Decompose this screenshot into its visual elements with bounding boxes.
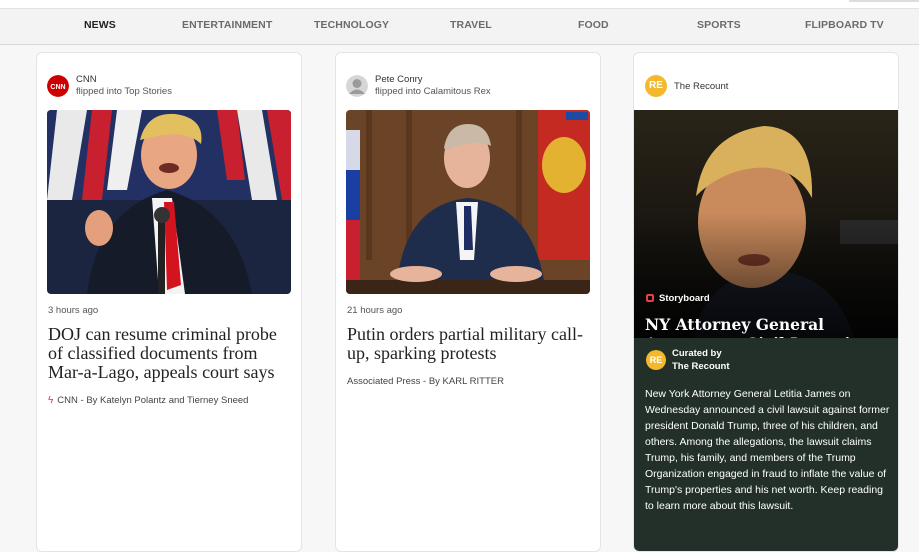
publisher-name[interactable]: The Recount (674, 81, 728, 92)
source-text: Associated Press - By KARL RITTER (347, 376, 504, 387)
tab-sports[interactable]: SPORTS (697, 19, 741, 31)
author-name[interactable]: Pete Conry (375, 74, 423, 85)
top-divider (849, 0, 919, 2)
tab-news[interactable]: NEWS (84, 19, 116, 31)
curated-panel: RE Curated by The Recount New York Attor… (634, 338, 898, 551)
source-line[interactable]: ϟ CNN - By Katelyn Polantz and Tierney Sn… (48, 395, 248, 406)
tab-technology[interactable]: TECHNOLOGY (314, 19, 389, 31)
timestamp: 3 hours ago (48, 305, 99, 316)
author-name[interactable]: CNN (76, 74, 97, 85)
story-headline[interactable]: Putin orders partial military call-up, s… (347, 325, 592, 363)
storyboard-icon (646, 294, 654, 302)
featured-storyboard-card[interactable]: RE The Recount Storyboard NY Attorney Ge… (633, 52, 899, 552)
story-photo-putin[interactable] (346, 110, 590, 294)
lightning-icon: ϟ (48, 395, 54, 406)
curator-name: The Recount (672, 361, 730, 372)
tab-food[interactable]: FOOD (578, 19, 609, 31)
story-photo-trump[interactable] (47, 110, 291, 294)
story-card-putin[interactable]: Pete Conry flipped into Calamitous Rex 2… (335, 52, 601, 552)
svg-text:CNN: CNN (50, 84, 65, 91)
storyboard-tag: Storyboard (646, 293, 710, 304)
flipped-into[interactable]: flipped into Top Stories (76, 86, 172, 97)
source-text: CNN - By Katelyn Polantz and Tierney Sne… (57, 395, 249, 406)
curated-label: Curated by (672, 348, 722, 359)
tab-flipboard-tv[interactable]: FLIPBOARD TV (805, 19, 884, 31)
tab-travel[interactable]: TRAVEL (450, 19, 492, 31)
story-headline[interactable]: DOJ can resume criminal probe of classif… (48, 325, 293, 382)
storyboard-description: New York Attorney General Letitia James … (645, 388, 890, 512)
tab-entertainment[interactable]: ENTERTAINMENT (182, 19, 272, 31)
user-avatar-icon[interactable] (346, 75, 368, 97)
timestamp: 21 hours ago (347, 305, 403, 316)
source-line[interactable]: Associated Press - By KARL RITTER (347, 376, 504, 387)
storyboard-label: Storyboard (659, 293, 710, 304)
flipped-into[interactable]: flipped into Calamitous Rex (375, 86, 491, 97)
featured-title[interactable]: NY Attorney General Announces Civil Laws… (645, 315, 885, 338)
story-card-doj[interactable]: CNN CNN flipped into Top Stories 3 hours… (36, 52, 302, 552)
cnn-logo-icon[interactable]: CNN (47, 75, 69, 97)
the-recount-logo-icon[interactable]: RE (645, 75, 667, 97)
featured-hero-image[interactable]: Storyboard NY Attorney General Announces… (634, 110, 898, 338)
top-strip (0, 0, 919, 8)
category-nav: NEWS ENTERTAINMENT TECHNOLOGY TRAVEL FOO… (0, 8, 919, 45)
the-recount-logo-icon: RE (646, 350, 666, 370)
